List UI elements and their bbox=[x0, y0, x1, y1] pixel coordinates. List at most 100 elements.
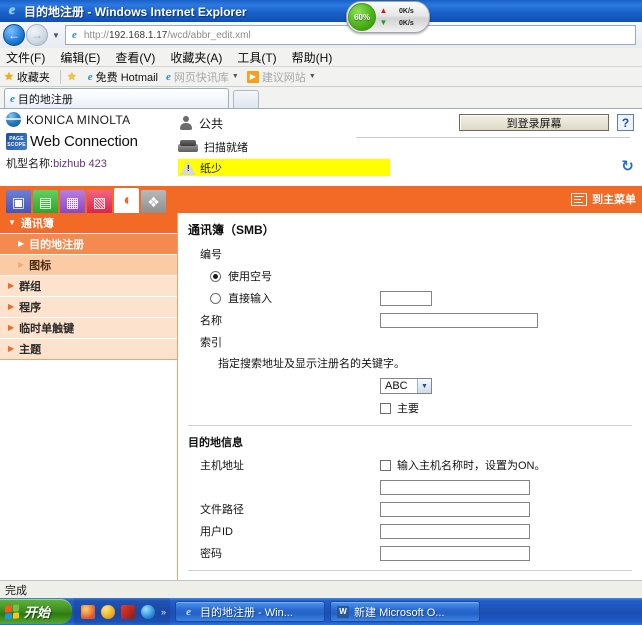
menu-favorites[interactable]: 收藏夹(A) bbox=[170, 49, 222, 66]
sidebar-item-group[interactable]: ▶ 群组 bbox=[0, 276, 177, 297]
upload-speed-value: 0K/s bbox=[399, 7, 414, 15]
file-path-label: 文件路径 bbox=[200, 504, 244, 516]
box-icon: ▣ bbox=[11, 193, 26, 210]
gear-box-icon: ❖ bbox=[147, 193, 160, 210]
tab-settings[interactable]: ❖ bbox=[141, 190, 166, 213]
add-to-favorites-bar-button[interactable]: ★ bbox=[67, 70, 80, 83]
sidebar-item-address-book[interactable]: ▼ 通讯簿 bbox=[0, 213, 177, 234]
radio-direct-input[interactable] bbox=[210, 292, 221, 304]
upload-arrow-icon: ▲ bbox=[379, 6, 388, 15]
sidebar-item-icon[interactable]: ▶ 图标 bbox=[0, 255, 177, 276]
browser-title-bar: e 目的地注册 - Windows Internet Explorer bbox=[0, 0, 642, 22]
user-id-input[interactable] bbox=[380, 523, 530, 539]
scan-icon: ▧ bbox=[92, 193, 107, 210]
tab-job[interactable]: ▤ bbox=[33, 190, 58, 213]
sidebar-item-temporary-one-touch[interactable]: ▶ 临时单触键 bbox=[0, 318, 177, 339]
password-input[interactable] bbox=[380, 545, 530, 561]
tab-print[interactable]: ▦ bbox=[60, 190, 85, 213]
tab-box[interactable]: ▣ bbox=[6, 190, 31, 213]
new-tab-button[interactable] bbox=[233, 90, 259, 108]
index-label-row: 索引 bbox=[188, 332, 632, 352]
network-speed-widget[interactable]: 60% ▲ 0K/s ▼ 0K/s bbox=[346, 1, 430, 33]
number-input[interactable] bbox=[380, 290, 432, 306]
recent-pages-chevron-down-icon[interactable]: ▼ bbox=[52, 31, 60, 40]
chevron-right-icon: ▶ bbox=[8, 344, 15, 353]
tab-address-book[interactable]: ◖ bbox=[114, 188, 139, 213]
go-to-login-screen-button[interactable]: 到登录屏幕 bbox=[459, 114, 609, 131]
printer-tab-strip: ▣ ▤ ▦ ▧ ◖ ❖ 到主菜单 bbox=[0, 186, 642, 213]
index-label: 索引 bbox=[200, 337, 222, 349]
browser-tab-active[interactable]: e 目的地注册 bbox=[4, 88, 229, 108]
index-select[interactable]: ABC ▼ bbox=[380, 378, 432, 394]
taskbar-button-internet-explorer[interactable]: e 目的地注册 - Win... bbox=[175, 601, 326, 622]
sidebar-item-label: 图标 bbox=[29, 260, 52, 272]
taskbar-button-word-document[interactable]: W 新建 Microsoft O... bbox=[330, 601, 481, 622]
download-speed-value: 0K/s bbox=[399, 19, 414, 27]
name-row: 名称 bbox=[188, 310, 632, 330]
menu-edit[interactable]: 编辑(E) bbox=[60, 49, 100, 66]
name-input[interactable] bbox=[380, 312, 538, 328]
tab-scan[interactable]: ▧ bbox=[87, 190, 112, 213]
host-address-input[interactable] bbox=[380, 479, 530, 495]
file-path-input[interactable] bbox=[380, 501, 530, 517]
user-id-row: 用户ID bbox=[188, 521, 632, 541]
sidebar-item-label: 临时单触键 bbox=[19, 323, 75, 335]
forward-button[interactable]: → bbox=[26, 24, 48, 46]
chevron-right-icon: ▶ bbox=[8, 323, 15, 332]
print-icon: ▦ bbox=[65, 193, 80, 210]
internet-explorer-icon: e bbox=[186, 605, 191, 618]
quick-launch-icon-2[interactable] bbox=[101, 604, 115, 619]
chevron-down-icon[interactable]: ▼ bbox=[232, 73, 239, 80]
radio-use-empty-number-label: 使用空号 bbox=[228, 271, 272, 283]
windows-taskbar: 开始 » e 目的地注册 - Win... W 新建 Microsoft O..… bbox=[0, 598, 642, 625]
ie-page-icon: e bbox=[10, 92, 15, 105]
menu-tools[interactable]: 工具(T) bbox=[237, 49, 276, 66]
menu-file[interactable]: 文件(F) bbox=[6, 49, 45, 66]
password-row: 密码 bbox=[188, 543, 632, 563]
menu-view[interactable]: 查看(V) bbox=[115, 49, 155, 66]
start-button-label: 开始 bbox=[24, 605, 51, 620]
chevron-down-icon: ▼ bbox=[417, 379, 431, 393]
konica-minolta-logo: KONICA MINOLTA bbox=[6, 112, 181, 127]
back-button[interactable]: ← bbox=[3, 24, 25, 46]
favorites-button[interactable]: ★ 收藏夹 bbox=[4, 69, 50, 85]
index-hint-text: 指定搜索地址及显示注册名的关键字。 bbox=[218, 358, 405, 370]
favorite-suggested-sites[interactable]: ▶ 建议网站 ▼ bbox=[246, 69, 316, 85]
favorite-hotmail[interactable]: e 免费 Hotmail bbox=[88, 69, 158, 85]
menu-list-icon bbox=[571, 192, 587, 206]
menu-help[interactable]: 帮助(H) bbox=[292, 49, 333, 66]
product-name: Web Connection bbox=[30, 133, 138, 150]
number-manual-row: 直接输入 bbox=[188, 288, 632, 308]
help-button[interactable]: ? bbox=[617, 114, 634, 131]
taskbar-button-label: 目的地注册 - Win... bbox=[200, 606, 293, 619]
favorite-web-slice-gallery[interactable]: e 网页快讯库 ▼ bbox=[166, 69, 239, 85]
main-checkbox-label: 主要 bbox=[397, 403, 419, 415]
number-label: 编号 bbox=[200, 249, 222, 261]
internet-explorer-icon: e bbox=[8, 3, 16, 18]
chevron-down-icon[interactable]: ▼ bbox=[309, 73, 316, 80]
chevron-right-icon: ▶ bbox=[18, 239, 25, 248]
sidebar-item-label: 目的地注册 bbox=[29, 239, 85, 251]
address-book-icon: ◖ bbox=[121, 191, 132, 209]
refresh-icon[interactable]: ↻ bbox=[619, 158, 636, 175]
browser-status-bar: 完成 bbox=[0, 580, 642, 598]
host-name-on-checkbox[interactable] bbox=[380, 459, 391, 471]
main-checkbox-group[interactable]: 主要 bbox=[380, 400, 419, 416]
quick-launch-overflow-icon[interactable]: » bbox=[161, 607, 166, 617]
favorites-button-label: 收藏夹 bbox=[16, 71, 50, 84]
quick-launch-icon-3[interactable] bbox=[121, 604, 135, 619]
ie-page-icon: e bbox=[165, 70, 171, 83]
sidebar-item-subject[interactable]: ▶ 主题 bbox=[0, 339, 177, 360]
host-name-on-checkbox-group[interactable]: 输入主机名称时，设置为ON。 bbox=[380, 457, 546, 473]
sidebar-item-destination-registration[interactable]: ▶ 目的地注册 bbox=[0, 234, 177, 255]
quick-launch-icon-4[interactable] bbox=[141, 604, 155, 619]
sidebar-filler bbox=[0, 359, 177, 580]
host-address-checkbox-row: 主机地址 输入主机名称时，设置为ON。 bbox=[188, 455, 632, 475]
window-title: 目的地注册 - Windows Internet Explorer bbox=[24, 4, 247, 19]
quick-launch-icon-1[interactable] bbox=[81, 604, 95, 619]
radio-use-empty-number[interactable] bbox=[210, 270, 221, 282]
main-checkbox[interactable] bbox=[380, 402, 391, 414]
start-button[interactable]: 开始 bbox=[0, 599, 72, 624]
sidebar-item-program[interactable]: ▶ 程序 bbox=[0, 297, 177, 318]
go-to-main-menu-button[interactable]: 到主菜单 bbox=[571, 191, 636, 207]
